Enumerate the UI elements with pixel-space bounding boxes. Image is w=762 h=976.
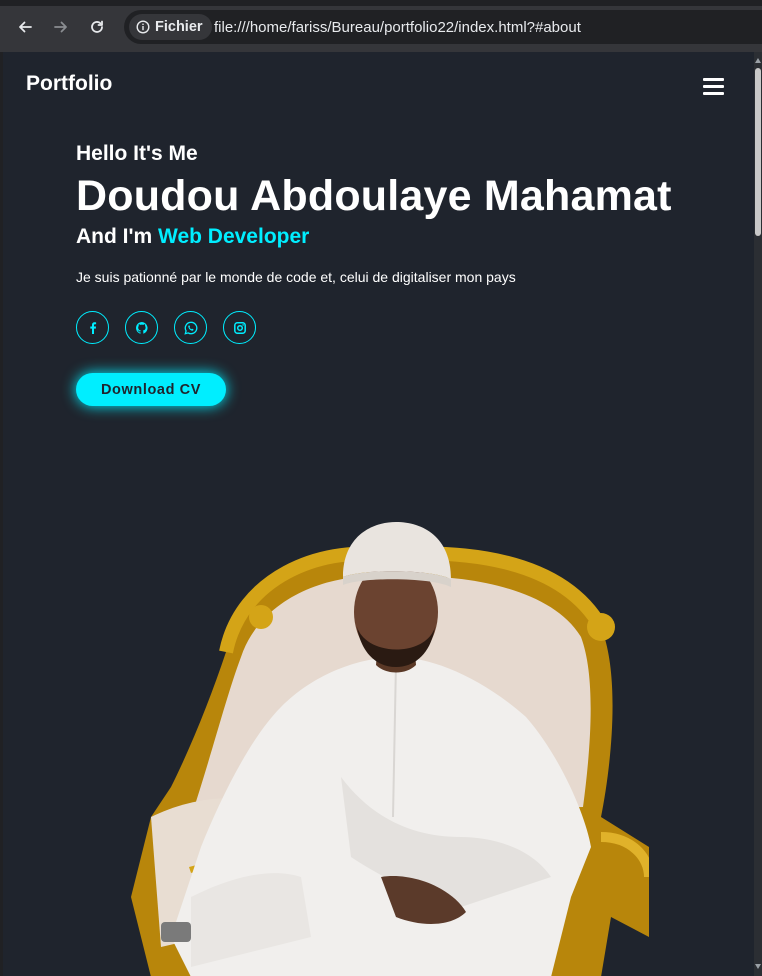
- scrollbar-thumb[interactable]: [755, 68, 761, 236]
- instagram-link[interactable]: [223, 311, 256, 344]
- page-viewport: Portfolio Hello It's Me Doudou Abdoulaye…: [3, 52, 754, 976]
- whatsapp-link[interactable]: [174, 311, 207, 344]
- forward-button[interactable]: [47, 13, 75, 41]
- instagram-icon: [233, 321, 246, 334]
- hero-name: Doudou Abdoulaye Mahamat: [76, 172, 672, 220]
- facebook-link[interactable]: [76, 311, 109, 344]
- menu-bar-icon: [703, 92, 724, 95]
- arrow-left-icon: [19, 21, 32, 33]
- scroll-down-arrow-icon[interactable]: [755, 964, 761, 969]
- url-text[interactable]: file:///home/fariss/Bureau/portfolio22/i…: [214, 19, 581, 36]
- browser-toolbar: Fichier file:///home/fariss/Bureau/portf…: [0, 0, 762, 52]
- info-icon: [136, 20, 150, 34]
- hero-greeting: Hello It's Me: [76, 142, 198, 165]
- role-prefix: And I'm: [76, 225, 158, 248]
- menu-bar-icon: [703, 78, 724, 81]
- hero-tagline: Je suis pationné par le monde de code et…: [76, 269, 516, 285]
- page-scrollbar[interactable]: [754, 52, 762, 976]
- arrow-right-icon: [54, 21, 67, 33]
- hero-role: And I'm Web Developer: [76, 225, 309, 249]
- social-links: [76, 311, 256, 344]
- back-button[interactable]: [11, 13, 39, 41]
- hamburger-menu-button[interactable]: [702, 76, 726, 96]
- site-info-button[interactable]: Fichier: [129, 14, 212, 40]
- download-cv-button[interactable]: Download CV: [76, 373, 226, 406]
- facebook-icon: [89, 321, 96, 334]
- menu-bar-icon: [703, 85, 724, 88]
- reload-icon: [91, 20, 103, 33]
- github-link[interactable]: [125, 311, 158, 344]
- site-logo[interactable]: Portfolio: [26, 72, 112, 96]
- site-info-label: Fichier: [155, 19, 203, 35]
- profile-photo: [131, 522, 649, 976]
- address-bar[interactable]: Fichier file:///home/fariss/Bureau/portf…: [124, 10, 762, 44]
- whatsapp-icon: [183, 321, 197, 335]
- tab-strip: [0, 0, 762, 6]
- role-highlight: Web Developer: [158, 225, 310, 248]
- scroll-up-arrow-icon[interactable]: [755, 58, 761, 63]
- github-icon: [135, 321, 148, 334]
- reload-button[interactable]: [83, 13, 111, 41]
